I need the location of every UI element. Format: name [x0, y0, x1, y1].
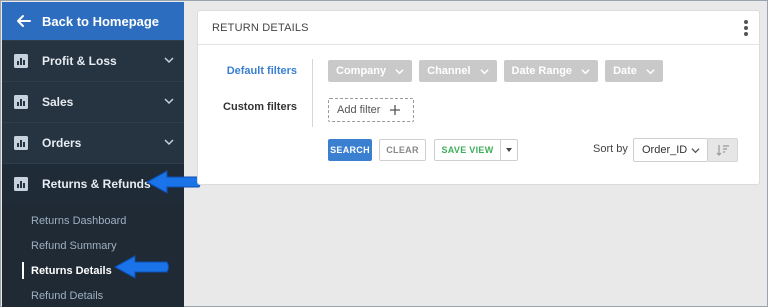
chevron-down-icon — [164, 98, 174, 105]
sidebar-item-label: Profit & Loss — [42, 54, 117, 68]
sort-direction-button[interactable] — [708, 138, 738, 162]
bar-chart-icon — [14, 136, 28, 150]
clear-button[interactable]: CLEAR — [379, 139, 426, 161]
sidebar-item-orders[interactable]: Orders — [2, 122, 184, 163]
filter-chip-date-range[interactable]: Date Range — [503, 60, 599, 82]
chevron-down-icon — [581, 68, 590, 74]
filters-divider — [312, 59, 313, 127]
bar-chart-icon — [14, 54, 28, 68]
filter-chip-label: Channel — [427, 65, 471, 77]
bar-chart-icon — [14, 95, 28, 109]
chevron-down-icon — [395, 68, 404, 74]
annotation-arrow-icon — [145, 170, 201, 194]
caret-down-icon — [506, 148, 512, 152]
sidebar-item-sales[interactable]: Sales — [2, 81, 184, 122]
sort-by-value: Order_ID — [642, 144, 688, 156]
sort-descending-icon — [716, 145, 729, 156]
save-view-button[interactable]: SAVE VIEW — [434, 139, 500, 161]
add-filter-label: Add filter — [337, 104, 381, 116]
filter-chip-label: Date — [613, 65, 637, 77]
filter-chip-date[interactable]: Date — [605, 60, 663, 82]
filter-chip-label: Date Range — [511, 65, 573, 77]
chevron-down-icon — [164, 139, 174, 146]
filter-labels: Default filters Custom filters — [198, 58, 311, 120]
sidebar-item-label: Orders — [42, 136, 82, 150]
save-view-dropdown-button[interactable] — [500, 139, 518, 161]
default-filters-label: Default filters — [226, 65, 297, 77]
back-arrow-icon — [17, 15, 31, 27]
chevron-down-icon — [479, 68, 489, 74]
custom-filters-label: Custom filters — [223, 101, 297, 113]
panel-header: RETURN DETAILS — [198, 11, 759, 45]
action-buttons: SEARCH CLEAR SAVE VIEW — [328, 139, 518, 161]
submenu-item-label: Returns Details — [31, 264, 112, 277]
return-details-panel: RETURN DETAILS Default filters Custom fi… — [197, 10, 760, 185]
submenu-item-refund-details[interactable]: Refund Details — [2, 283, 184, 307]
sidebar-item-label: Sales — [42, 95, 74, 109]
filter-chip-label: Company — [336, 65, 387, 77]
bar-chart-icon — [14, 177, 28, 191]
submenu-item-returns-dashboard[interactable]: Returns Dashboard — [2, 208, 184, 233]
submenu-item-label: Returns Dashboard — [31, 214, 127, 227]
panel-title: RETURN DETAILS — [212, 21, 309, 34]
more-options-icon[interactable] — [744, 20, 748, 36]
annotation-arrow-icon — [113, 255, 169, 279]
sort-by-label: Sort by — [593, 143, 628, 155]
submenu-item-label: Refund Summary — [31, 239, 117, 252]
back-to-homepage-link[interactable]: Back to Homepage — [2, 2, 184, 40]
submenu-item-label: Refund Details — [31, 289, 104, 302]
chevron-down-icon — [646, 68, 655, 74]
add-filter-button[interactable]: Add filter — [328, 98, 414, 122]
sidebar-item-label: Returns & Refunds — [42, 177, 151, 191]
sidebar-item-profit-loss[interactable]: Profit & Loss — [2, 40, 184, 81]
search-button[interactable]: SEARCH — [328, 139, 372, 161]
filter-chip-company[interactable]: Company — [328, 60, 413, 82]
sort-by-select[interactable]: Order_ID — [633, 138, 708, 162]
filter-chip-channel[interactable]: Channel — [419, 60, 497, 82]
chevron-down-icon — [691, 148, 700, 154]
app-frame: Back to Homepage Profit & Loss Sales Ord… — [0, 0, 768, 307]
chevron-down-icon — [164, 57, 174, 64]
back-label: Back to Homepage — [42, 13, 160, 29]
plus-icon — [390, 105, 401, 115]
default-filter-chips: Company Channel Date Range Date — [328, 60, 663, 82]
